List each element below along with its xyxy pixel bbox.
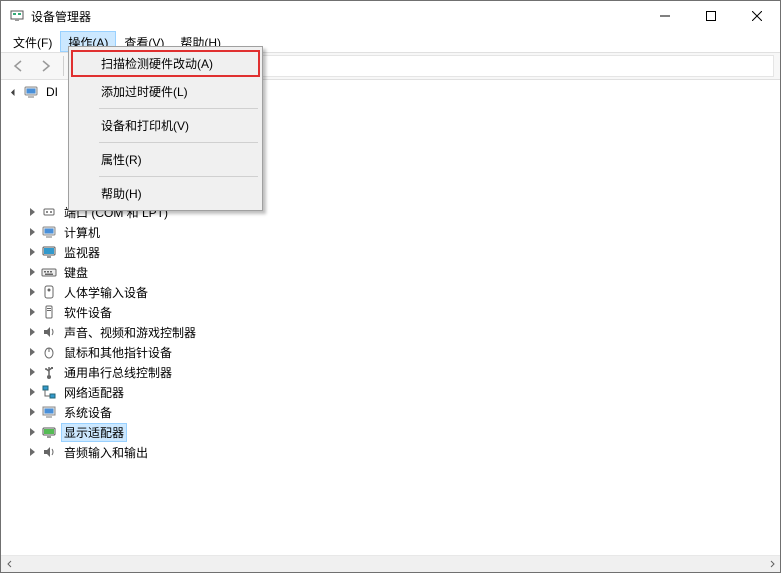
horizontal-scrollbar[interactable]	[1, 555, 780, 572]
tree-root-label: DI	[43, 84, 61, 100]
system-icon	[41, 404, 57, 420]
menu-item-help[interactable]: 帮助(H)	[71, 180, 260, 207]
toolbar-separator	[63, 56, 64, 76]
menu-separator	[99, 142, 258, 143]
expander-icon[interactable]	[25, 385, 39, 399]
menu-file[interactable]: 文件(F)	[5, 31, 60, 52]
tree-node-label: 监视器	[61, 243, 103, 262]
tree-node-label: 软件设备	[61, 303, 115, 322]
tree-node-label: 网络适配器	[61, 383, 127, 402]
menu-item-add-legacy-hardware[interactable]: 添加过时硬件(L)	[71, 78, 260, 105]
app-icon	[9, 8, 25, 24]
computer-icon	[41, 224, 57, 240]
network-icon	[41, 384, 57, 400]
expander-icon[interactable]	[25, 345, 39, 359]
menu-item-scan-hardware[interactable]: 扫描检测硬件改动(A)	[71, 50, 260, 77]
monitor-icon	[41, 244, 57, 260]
tree-node-usb[interactable]: 通用串行总线控制器	[5, 362, 780, 382]
tree-node-keyboard[interactable]: 键盘	[5, 262, 780, 282]
mouse-icon	[41, 344, 57, 360]
speaker-icon	[41, 444, 57, 460]
expander-icon[interactable]	[25, 305, 39, 319]
tree-node-label: 显示适配器	[61, 423, 127, 442]
software-icon	[41, 304, 57, 320]
tree-node-label: 人体学输入设备	[61, 283, 151, 302]
expander-icon[interactable]	[25, 405, 39, 419]
tree-node-label: 音频输入和输出	[61, 443, 151, 462]
tree-node-computer[interactable]: 计算机	[5, 222, 780, 242]
minimize-button[interactable]	[642, 1, 688, 31]
tree-node-audio-io[interactable]: 音频输入和输出	[5, 442, 780, 462]
tree-node-hid[interactable]: 人体学输入设备	[5, 282, 780, 302]
expander-icon[interactable]	[25, 325, 39, 339]
expander-icon[interactable]	[25, 285, 39, 299]
tree-node-network[interactable]: 网络适配器	[5, 382, 780, 402]
tree-node-label: 键盘	[61, 263, 91, 282]
window-title: 设备管理器	[31, 8, 642, 25]
scroll-track[interactable]	[18, 556, 763, 572]
expander-icon[interactable]	[25, 425, 39, 439]
close-button[interactable]	[734, 1, 780, 31]
menu-separator	[99, 108, 258, 109]
scroll-left-button[interactable]	[1, 556, 18, 572]
tree-node-mouse[interactable]: 鼠标和其他指针设备	[5, 342, 780, 362]
action-dropdown-menu: 扫描检测硬件改动(A) 添加过时硬件(L) 设备和打印机(V) 属性(R) 帮助…	[68, 46, 263, 211]
scroll-right-button[interactable]	[763, 556, 780, 572]
usb-icon	[41, 364, 57, 380]
port-icon	[41, 204, 57, 220]
tree-node-label: 声音、视频和游戏控制器	[61, 323, 199, 342]
menu-item-properties[interactable]: 属性(R)	[71, 146, 260, 173]
expander-icon[interactable]	[25, 365, 39, 379]
expander-icon[interactable]	[7, 85, 21, 99]
expander-icon[interactable]	[25, 205, 39, 219]
expander-icon[interactable]	[25, 265, 39, 279]
tree-node-audio-controller[interactable]: 声音、视频和游戏控制器	[5, 322, 780, 342]
display-icon	[41, 424, 57, 440]
keyboard-icon	[41, 264, 57, 280]
menu-item-devices-printers[interactable]: 设备和打印机(V)	[71, 112, 260, 139]
forward-button[interactable]	[33, 54, 57, 78]
expander-icon[interactable]	[25, 245, 39, 259]
tree-node-label: 计算机	[61, 223, 103, 242]
tree-node-label: 系统设备	[61, 403, 115, 422]
tree-node-monitor[interactable]: 监视器	[5, 242, 780, 262]
window-controls	[642, 1, 780, 31]
menu-separator	[99, 176, 258, 177]
audio-icon	[41, 324, 57, 340]
maximize-button[interactable]	[688, 1, 734, 31]
titlebar: 设备管理器	[1, 1, 780, 31]
tree-node-label: 通用串行总线控制器	[61, 363, 175, 382]
tree-node-software[interactable]: 软件设备	[5, 302, 780, 322]
expander-icon[interactable]	[25, 225, 39, 239]
expander-icon[interactable]	[25, 445, 39, 459]
tree-node-system[interactable]: 系统设备	[5, 402, 780, 422]
computer-icon	[23, 84, 39, 100]
tree-node-display-adapter[interactable]: 显示适配器	[5, 422, 780, 442]
tree-node-label: 鼠标和其他指针设备	[61, 343, 175, 362]
device-manager-window: 设备管理器 文件(F) 操作(A) 查看(V) 帮助(H) 扫描检测硬件改动(A…	[0, 0, 781, 573]
back-button[interactable]	[7, 54, 31, 78]
hid-icon	[41, 284, 57, 300]
